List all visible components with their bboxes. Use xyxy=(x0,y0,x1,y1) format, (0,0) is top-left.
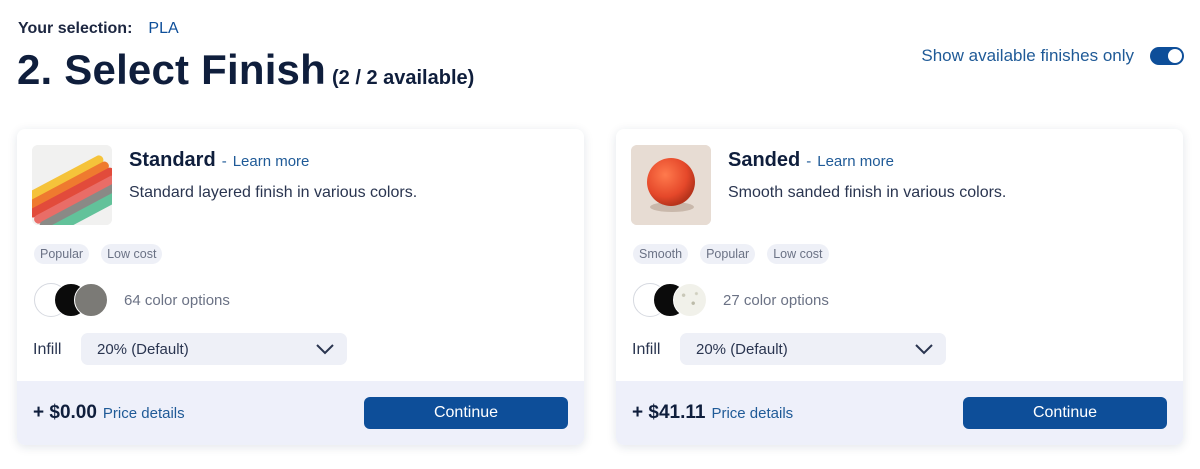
tag-list: Popular Low cost xyxy=(34,244,163,264)
available-finishes-filter[interactable]: Show available finishes only xyxy=(921,46,1184,66)
page-title: 2. Select Finish xyxy=(17,46,326,93)
tag: Popular xyxy=(34,244,90,264)
toggle-label: Show available finishes only xyxy=(921,46,1134,65)
availability-count: (2 / 2 available) xyxy=(331,67,475,89)
learn-more-link[interactable]: Learn more xyxy=(817,153,894,170)
layered-filament-samples-image xyxy=(32,145,112,225)
tag-list: Smooth Popular Low cost xyxy=(633,244,829,264)
available-only-toggle[interactable] xyxy=(1150,47,1184,65)
finish-description: Smooth sanded finish in various colors. xyxy=(728,184,1007,201)
price-amount: + $41.11 xyxy=(632,402,706,423)
card-footer: + $41.11 Price details Continue xyxy=(616,381,1183,445)
price-amount: + $0.00 xyxy=(33,402,97,423)
finish-name-line: Standard - Learn more xyxy=(129,149,309,172)
finish-card-standard: Standard - Learn more Standard layered f… xyxy=(17,129,584,445)
card-footer: + $0.00 Price details Continue xyxy=(17,381,584,445)
tag: Smooth xyxy=(633,244,689,264)
selection-summary: Your selection: PLA xyxy=(18,20,179,38)
color-options-count[interactable]: 64 color options xyxy=(124,292,230,309)
swatch-gray xyxy=(74,283,108,317)
selection-value[interactable]: PLA xyxy=(148,20,178,38)
infill-select[interactable]: 20% (Default) xyxy=(680,333,946,365)
infill-label: Infill xyxy=(33,341,62,358)
infill-selected-value: 20% (Default) xyxy=(696,340,788,358)
tag: Low cost xyxy=(101,244,163,264)
infill-select[interactable]: 20% (Default) xyxy=(81,333,347,365)
price-block: + $41.11 Price details xyxy=(632,402,793,424)
orange-sphere-image xyxy=(631,145,711,225)
continue-button[interactable]: Continue xyxy=(364,397,568,429)
finish-name: Standard xyxy=(129,149,216,171)
color-swatches[interactable]: 64 color options xyxy=(34,283,230,317)
separator: - xyxy=(221,153,227,170)
price-block: + $0.00 Price details xyxy=(33,402,185,424)
finish-name-line: Sanded - Learn more xyxy=(728,149,894,172)
finish-description: Standard layered finish in various color… xyxy=(129,184,418,201)
price-details-link[interactable]: Price details xyxy=(103,405,185,422)
price-details-link[interactable]: Price details xyxy=(711,405,793,422)
separator: - xyxy=(806,153,812,170)
finish-card-sanded: Sanded - Learn more Smooth sanded finish… xyxy=(616,129,1183,445)
selection-label: Your selection: xyxy=(18,20,133,37)
swatch-speckled-white xyxy=(673,283,707,317)
toggle-knob xyxy=(1168,49,1182,63)
chevron-down-icon xyxy=(316,344,334,355)
continue-button[interactable]: Continue xyxy=(963,397,1167,429)
page-heading: 2. Select Finish (2 / 2 available) xyxy=(17,46,474,94)
color-swatches[interactable]: 27 color options xyxy=(633,283,829,317)
tag: Popular xyxy=(700,244,756,264)
learn-more-link[interactable]: Learn more xyxy=(233,153,310,170)
finish-name: Sanded xyxy=(728,149,801,171)
infill-selected-value: 20% (Default) xyxy=(97,340,189,358)
chevron-down-icon xyxy=(915,344,933,355)
tag: Low cost xyxy=(767,244,829,264)
color-options-count[interactable]: 27 color options xyxy=(723,292,829,309)
infill-label: Infill xyxy=(632,341,661,358)
